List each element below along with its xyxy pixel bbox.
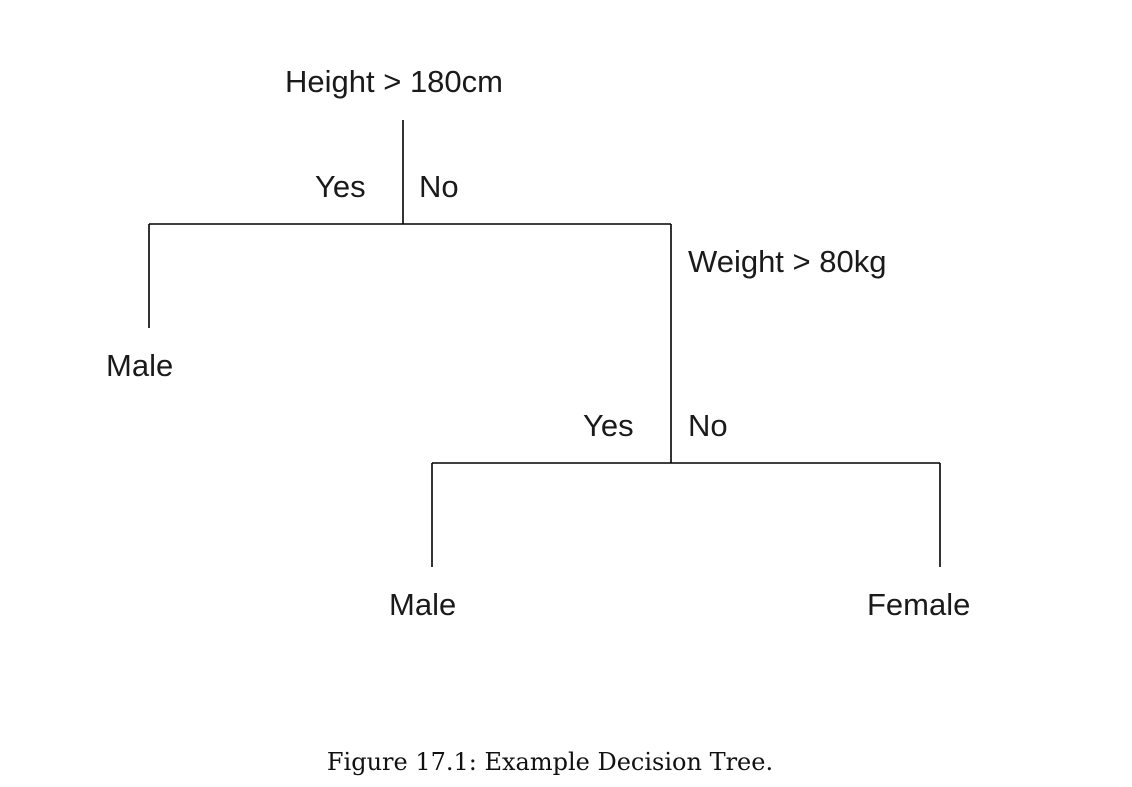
weight-yes-label: Yes (583, 408, 634, 443)
weight-condition: Weight > 80kg (688, 244, 887, 279)
weight-no-label: No (688, 408, 728, 443)
root-yes-label: Yes (315, 169, 366, 204)
decision-tree-diagram: Height > 180cm Yes No Male Weight > 80kg… (0, 0, 1132, 782)
tree-edges (148, 120, 941, 567)
root-no-label: No (419, 169, 459, 204)
figure-caption: Figure 17.1: Example Decision Tree. (326, 748, 774, 776)
weight-no-outcome: Female (867, 587, 971, 622)
weight-yes-outcome: Male (389, 587, 457, 622)
root-yes-outcome: Male (106, 348, 174, 383)
root-condition: Height > 180cm (285, 64, 503, 99)
